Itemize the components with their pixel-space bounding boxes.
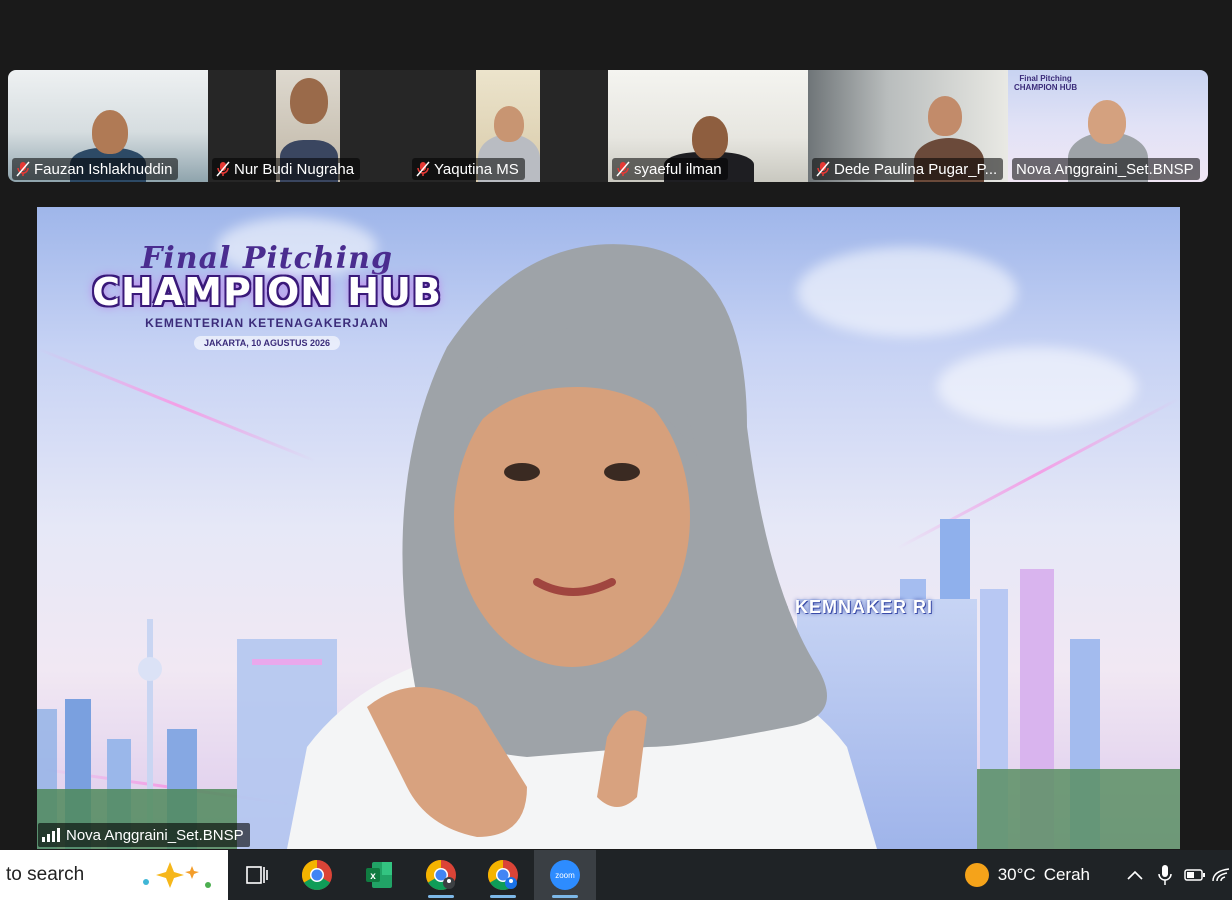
microphone-icon xyxy=(1158,865,1172,885)
excel-icon: x xyxy=(366,862,392,888)
chrome-icon xyxy=(301,860,332,891)
wifi-tray-button[interactable] xyxy=(1210,850,1232,900)
windows-taskbar: to search x zoom 30°C Cerah xyxy=(0,850,1232,900)
sun-icon xyxy=(964,863,989,887)
participant-tile[interactable]: Nur Budi Nugraha xyxy=(208,70,408,182)
chevron-up-icon xyxy=(1127,870,1143,880)
mic-muted-icon xyxy=(416,161,430,177)
search-placeholder: to search xyxy=(6,864,85,885)
participant-strip: Fauzan Ishlakhuddin Nur Budi Nugraha Yaq… xyxy=(8,70,1208,182)
cloud xyxy=(937,347,1137,427)
participant-face xyxy=(290,78,328,124)
mic-muted-icon xyxy=(816,161,830,177)
participant-face xyxy=(692,116,728,160)
task-view-icon xyxy=(246,866,268,884)
participant-nameplate: syaeful ilman xyxy=(612,158,728,180)
participant-face xyxy=(928,96,962,136)
participant-face xyxy=(92,110,128,154)
wifi-icon xyxy=(1212,868,1230,882)
active-speaker-name: Nova Anggraini_Set.BNSP xyxy=(66,826,244,844)
taskbar-excel[interactable]: x xyxy=(348,850,410,900)
weather-widget[interactable]: 30°C Cerah xyxy=(952,862,1102,888)
task-view-button[interactable] xyxy=(228,850,286,900)
participant-tile[interactable]: Fauzan Ishlakhuddin xyxy=(8,70,208,182)
speaker-figure xyxy=(287,244,877,849)
svg-text:x: x xyxy=(370,871,376,882)
participant-nameplate: Nova Anggraini_Set.BNSP xyxy=(1012,158,1200,180)
participant-tile[interactable]: syaeful ilman xyxy=(608,70,808,182)
participant-name: Nova Anggraini_Set.BNSP xyxy=(1016,160,1194,178)
weather-condition: Cerah xyxy=(1043,865,1090,884)
taskbar-chrome-profile[interactable] xyxy=(472,850,534,900)
participant-tile[interactable]: Dede Paulina Pugar_P... xyxy=(808,70,1008,182)
participant-name: Dede Paulina Pugar_P... xyxy=(834,160,998,178)
participant-name: Fauzan Ishlakhuddin xyxy=(34,160,173,178)
participant-name: Nur Budi Nugraha xyxy=(234,160,355,178)
participant-name: Yaqutina MS xyxy=(434,160,519,178)
chrome-profile-icon xyxy=(487,860,518,891)
weather-temp: 30°C xyxy=(997,865,1036,884)
signal-strength-icon xyxy=(42,828,60,842)
participant-nameplate: Dede Paulina Pugar_P... xyxy=(812,158,1004,180)
active-speaker-nameplate: Nova Anggraini_Set.BNSP xyxy=(38,823,250,847)
participant-nameplate: Fauzan Ishlakhuddin xyxy=(12,158,179,180)
zoom-icon: zoom xyxy=(550,860,580,890)
microphone-tray-button[interactable] xyxy=(1150,850,1180,900)
mic-muted-icon xyxy=(616,161,630,177)
mic-muted-icon xyxy=(216,161,230,177)
participant-face xyxy=(1088,100,1126,144)
participant-tile[interactable]: Final Pitching CHAMPION HUB Nova Anggrai… xyxy=(1008,70,1208,182)
participant-face xyxy=(494,106,524,142)
participant-nameplate: Yaqutina MS xyxy=(412,158,525,180)
participant-tile[interactable]: Yaqutina MS xyxy=(408,70,608,182)
system-tray: 30°C Cerah xyxy=(952,850,1232,900)
chrome-profile-icon xyxy=(425,860,456,891)
taskbar-chrome-profile[interactable] xyxy=(410,850,472,900)
battery-icon xyxy=(1184,869,1205,881)
show-hidden-icons-button[interactable] xyxy=(1120,850,1150,900)
participant-nameplate: Nur Budi Nugraha xyxy=(212,158,361,180)
participant-name: syaeful ilman xyxy=(634,160,722,178)
mini-event-title: Final Pitching CHAMPION HUB xyxy=(1014,74,1078,92)
battery-tray-button[interactable] xyxy=(1180,850,1210,900)
taskbar-chrome[interactable] xyxy=(286,850,348,900)
active-speaker-video[interactable]: Final Pitching CHAMPION HUB KEMENTERIAN … xyxy=(37,207,1180,849)
taskbar-zoom[interactable]: zoom xyxy=(534,850,596,900)
svg-text:zoom: zoom xyxy=(555,871,575,880)
taskbar-search-box[interactable]: to search xyxy=(0,850,228,900)
copilot-sparkle-icon xyxy=(143,862,211,888)
mic-muted-icon xyxy=(16,161,30,177)
